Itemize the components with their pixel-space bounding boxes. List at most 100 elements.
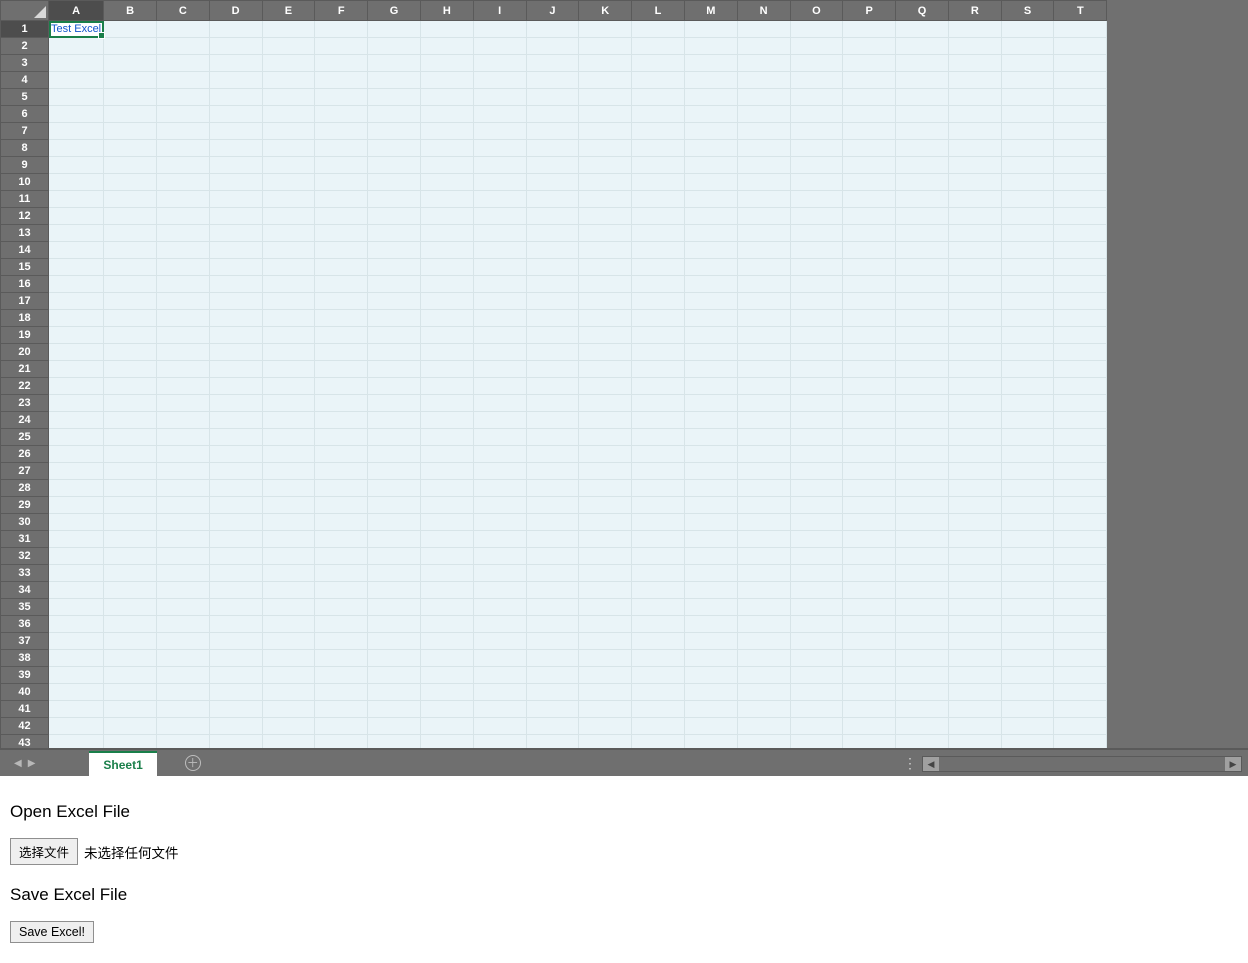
cell[interactable] <box>1001 633 1054 650</box>
cell[interactable] <box>1001 531 1054 548</box>
cell[interactable] <box>737 157 790 174</box>
cell[interactable] <box>790 446 843 463</box>
cell[interactable] <box>737 310 790 327</box>
cell[interactable] <box>49 735 104 749</box>
cell[interactable] <box>315 225 368 242</box>
cell[interactable] <box>843 191 896 208</box>
tab-nav-prev-icon[interactable]: ◀ <box>14 758 22 769</box>
cell[interactable] <box>473 21 526 38</box>
cell[interactable] <box>473 446 526 463</box>
cell[interactable] <box>737 259 790 276</box>
cell[interactable] <box>1001 38 1054 55</box>
cell[interactable] <box>262 174 315 191</box>
cell[interactable] <box>1054 463 1107 480</box>
cell[interactable] <box>843 395 896 412</box>
cell[interactable] <box>790 310 843 327</box>
cell[interactable] <box>632 293 685 310</box>
row-header[interactable]: 43 <box>1 735 49 749</box>
cell[interactable] <box>209 480 262 497</box>
cell[interactable] <box>526 480 579 497</box>
cell[interactable] <box>526 55 579 72</box>
cell[interactable] <box>209 327 262 344</box>
cell[interactable] <box>684 89 737 106</box>
cell[interactable] <box>1001 616 1054 633</box>
cell[interactable] <box>209 225 262 242</box>
cell[interactable] <box>1001 701 1054 718</box>
cell[interactable] <box>104 157 157 174</box>
cell[interactable] <box>1054 735 1107 749</box>
cell[interactable] <box>104 191 157 208</box>
cell[interactable] <box>262 140 315 157</box>
cell[interactable] <box>737 735 790 749</box>
row-header[interactable]: 25 <box>1 429 49 446</box>
cell[interactable] <box>104 497 157 514</box>
cell[interactable] <box>790 667 843 684</box>
cell[interactable] <box>315 718 368 735</box>
cell[interactable] <box>104 701 157 718</box>
cell[interactable] <box>1001 191 1054 208</box>
cell[interactable] <box>526 293 579 310</box>
cell[interactable] <box>1054 582 1107 599</box>
cell[interactable] <box>843 89 896 106</box>
cell[interactable] <box>948 514 1001 531</box>
cell[interactable] <box>737 650 790 667</box>
cell[interactable] <box>473 225 526 242</box>
cell[interactable] <box>1001 412 1054 429</box>
cell[interactable] <box>843 378 896 395</box>
cell[interactable] <box>737 565 790 582</box>
cell[interactable] <box>790 616 843 633</box>
cell[interactable] <box>579 735 632 749</box>
cell[interactable] <box>843 21 896 38</box>
cell[interactable] <box>262 395 315 412</box>
cell[interactable] <box>420 276 473 293</box>
cell[interactable] <box>896 55 949 72</box>
cell[interactable] <box>843 667 896 684</box>
cell[interactable] <box>156 327 209 344</box>
cell[interactable] <box>156 582 209 599</box>
cell[interactable] <box>843 361 896 378</box>
row-header[interactable]: 36 <box>1 616 49 633</box>
cell[interactable] <box>843 157 896 174</box>
cell[interactable] <box>473 259 526 276</box>
cell[interactable] <box>684 395 737 412</box>
cell[interactable] <box>473 718 526 735</box>
cell[interactable] <box>262 548 315 565</box>
cell[interactable] <box>209 21 262 38</box>
cell[interactable] <box>632 548 685 565</box>
cell[interactable] <box>579 548 632 565</box>
cell[interactable] <box>209 582 262 599</box>
cell[interactable] <box>579 429 632 446</box>
cell[interactable] <box>209 531 262 548</box>
cell[interactable] <box>948 344 1001 361</box>
cell[interactable] <box>1054 123 1107 140</box>
cell[interactable] <box>684 514 737 531</box>
cell[interactable] <box>948 548 1001 565</box>
cell[interactable] <box>737 718 790 735</box>
cell[interactable] <box>209 276 262 293</box>
cell[interactable] <box>843 225 896 242</box>
cell[interactable] <box>948 140 1001 157</box>
cell[interactable] <box>473 191 526 208</box>
cell[interactable] <box>209 242 262 259</box>
row-header[interactable]: 37 <box>1 633 49 650</box>
cell[interactable] <box>104 310 157 327</box>
cell[interactable] <box>896 344 949 361</box>
cell[interactable] <box>737 378 790 395</box>
cell[interactable] <box>104 735 157 749</box>
cell[interactable] <box>156 565 209 582</box>
cell[interactable] <box>790 378 843 395</box>
cell[interactable] <box>737 242 790 259</box>
cell[interactable] <box>526 123 579 140</box>
cell[interactable] <box>737 582 790 599</box>
cell[interactable] <box>896 140 949 157</box>
cell[interactable] <box>843 327 896 344</box>
cell[interactable] <box>737 140 790 157</box>
cell[interactable] <box>896 72 949 89</box>
cell[interactable] <box>49 208 104 225</box>
cell[interactable] <box>526 429 579 446</box>
cell[interactable] <box>156 548 209 565</box>
cell[interactable] <box>684 208 737 225</box>
cell[interactable] <box>420 157 473 174</box>
cell[interactable] <box>49 582 104 599</box>
cell[interactable] <box>684 667 737 684</box>
